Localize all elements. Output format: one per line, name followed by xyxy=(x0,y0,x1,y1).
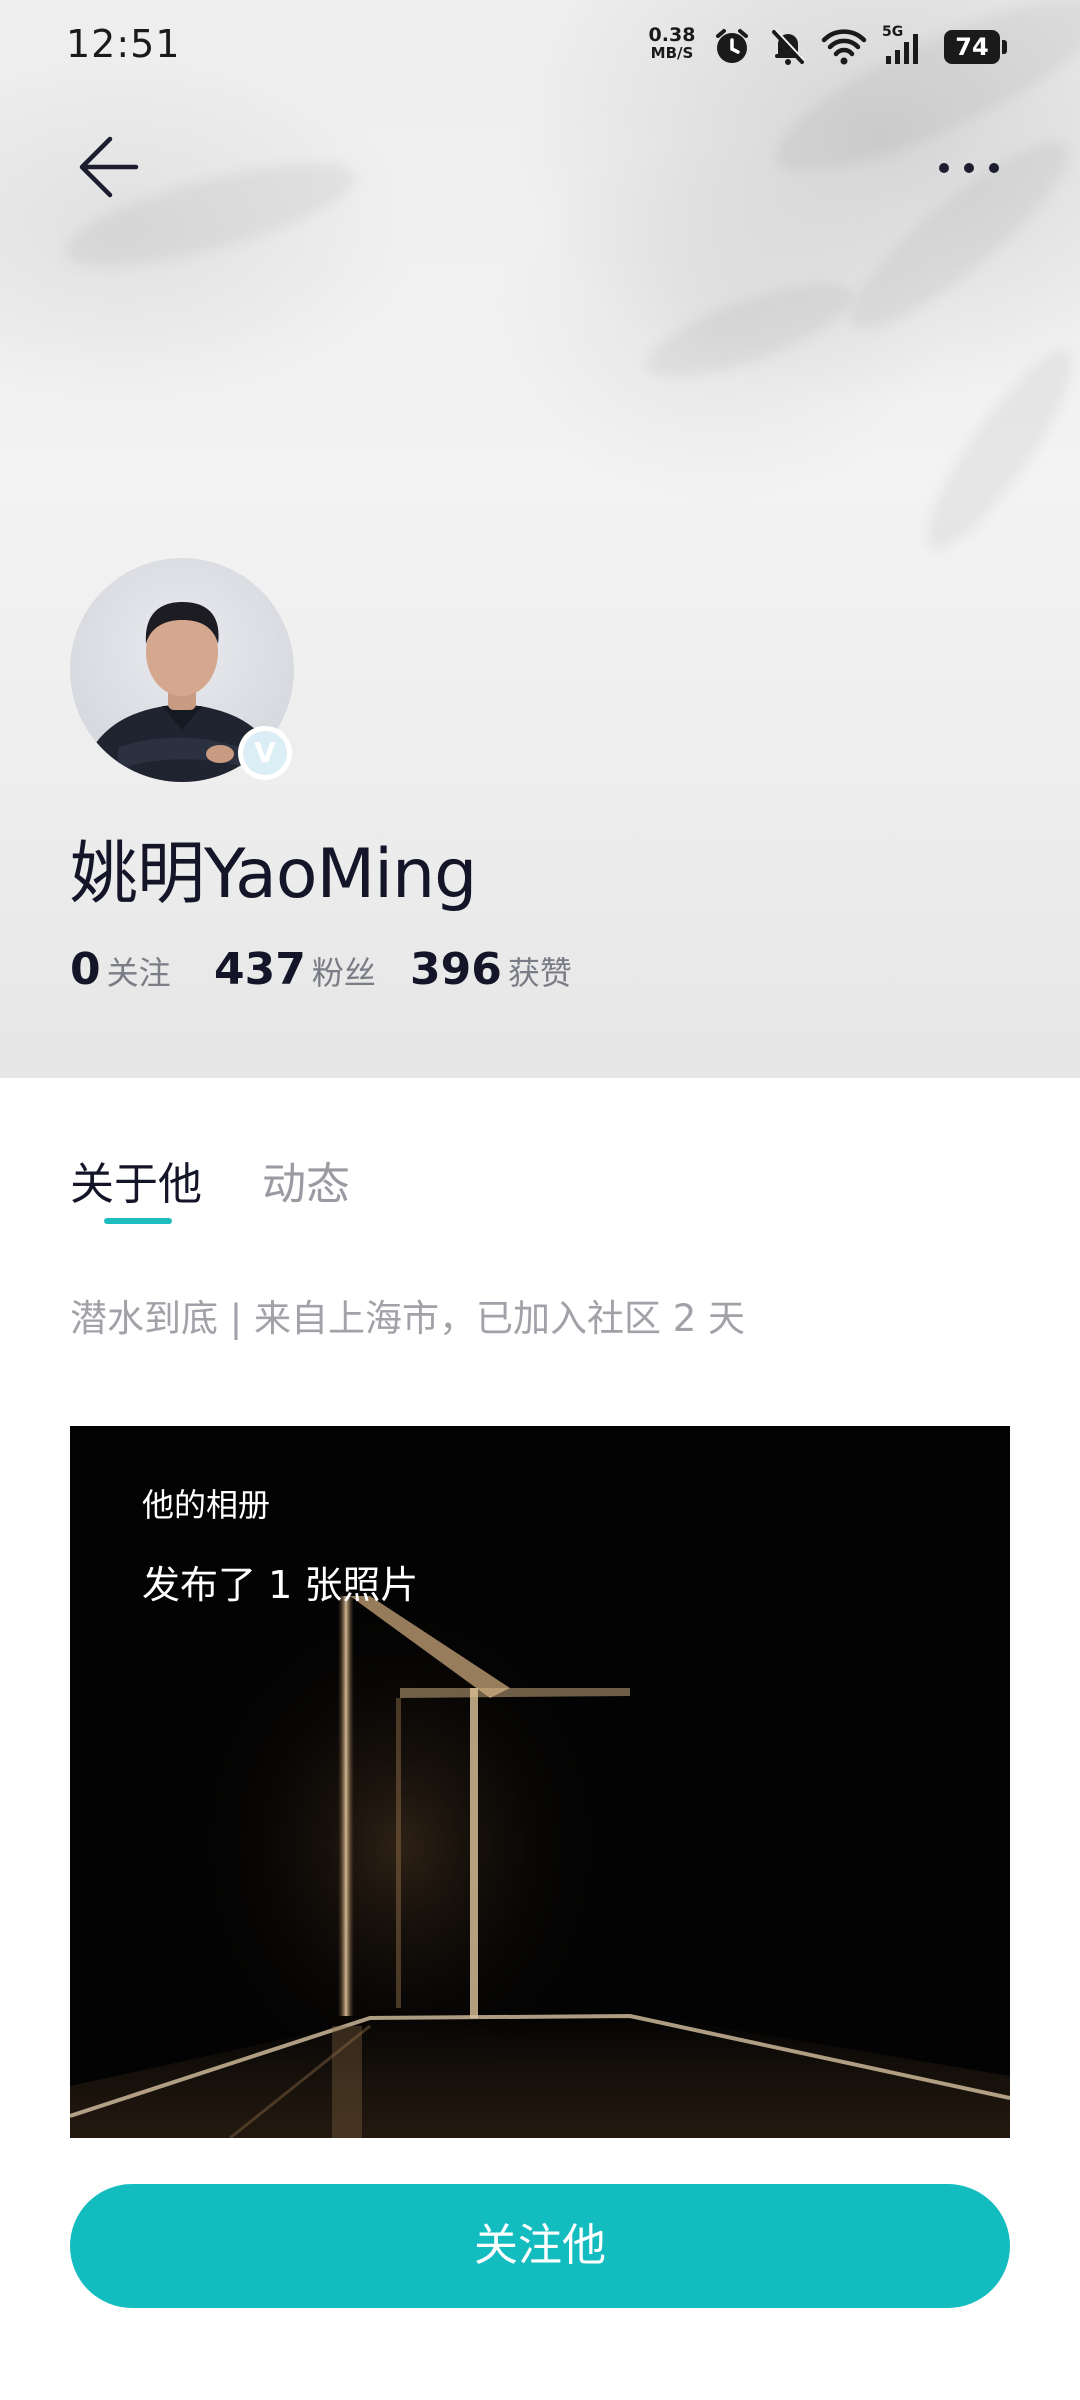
network-speed: 0.38 MB/S xyxy=(644,24,700,62)
profile-bio: 潜水到底 | 来自上海市，已加入社区 2 天 xyxy=(70,1297,746,1340)
network-speed-value: 0.38 xyxy=(648,24,696,46)
alarm-icon xyxy=(716,29,748,63)
stat-followers[interactable]: 437 粉丝 xyxy=(214,944,376,995)
status-bar: 12:51 0.38 MB/S 5G 74 xyxy=(0,0,1080,96)
mute-bell-icon xyxy=(772,29,805,65)
album-cover-image xyxy=(70,1426,1010,2138)
wifi-icon xyxy=(821,29,867,65)
verified-icon: V xyxy=(243,731,287,775)
network-speed-unit: MB/S xyxy=(650,44,694,62)
stat-likes-value: 396 xyxy=(410,944,502,995)
stat-following-value: 0 xyxy=(70,944,101,995)
stat-followers-value: 437 xyxy=(214,944,306,995)
status-time: 12:51 xyxy=(66,22,181,66)
stat-following[interactable]: 0 关注 xyxy=(70,944,171,995)
album-photo-count: 发布了 1 张照片 xyxy=(142,1563,419,1607)
signal-icon: 5G xyxy=(880,22,924,66)
stat-following-label: 关注 xyxy=(106,954,171,992)
battery-icon: 74 xyxy=(944,30,1000,64)
tab-activity[interactable]: 动态 xyxy=(262,1148,350,1212)
tab-about[interactable]: 关于他 xyxy=(70,1148,202,1212)
more-icon[interactable] xyxy=(934,148,1004,188)
tab-indicator xyxy=(104,1218,172,1224)
album-card[interactable]: 他的相册 发布了 1 张照片 xyxy=(70,1426,1010,2138)
stat-followers-label: 粉丝 xyxy=(311,954,376,992)
follow-button[interactable]: 关注他 xyxy=(70,2184,1010,2308)
profile-name: 姚明YaoMing xyxy=(70,835,477,914)
battery-nub xyxy=(1002,40,1007,54)
stat-likes[interactable]: 396 获赞 xyxy=(410,944,572,995)
verified-badge: V xyxy=(238,726,292,780)
album-title: 他的相册 xyxy=(142,1486,271,1524)
back-arrow-icon[interactable] xyxy=(74,132,144,202)
stat-likes-label: 获赞 xyxy=(507,954,572,992)
